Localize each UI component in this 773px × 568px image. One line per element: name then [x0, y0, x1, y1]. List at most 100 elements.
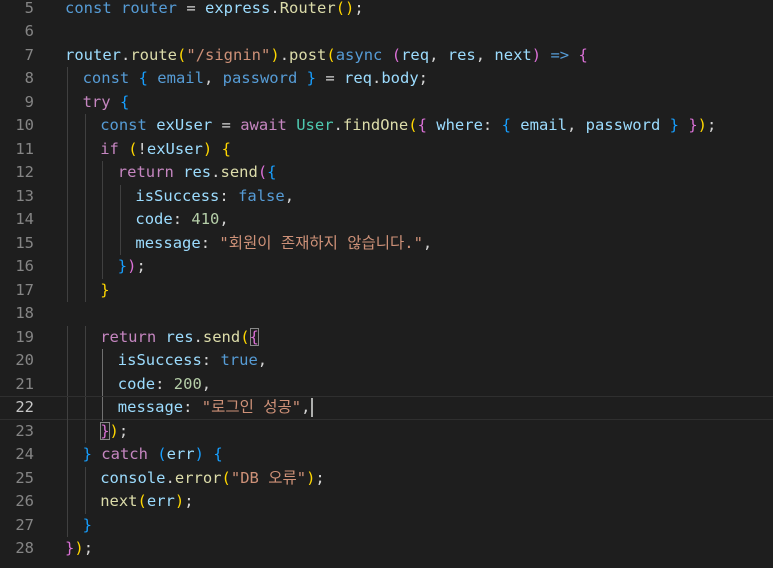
code-token: err	[146, 492, 175, 510]
code-token: (	[240, 327, 250, 346]
code-token: const	[100, 116, 147, 134]
code-token: ;	[707, 116, 717, 134]
indent-guide	[84, 466, 86, 490]
code-editor[interactable]: 5 const router = express.Router(); 6 7 route…	[0, 0, 773, 568]
code-token: )	[697, 116, 707, 134]
code-token: )	[306, 468, 316, 487]
indent-guide	[102, 184, 104, 208]
code-line[interactable]: 15 message: "회원이 존재하지 않습니다.",	[0, 231, 773, 255]
code-token: console	[100, 468, 166, 487]
indent-guide	[67, 161, 68, 185]
code-token: next	[494, 45, 532, 64]
code-token: res	[183, 163, 212, 181]
indent-guide	[84, 231, 86, 255]
code-line[interactable]: 25 console.error("DB 오류");	[0, 466, 773, 491]
indent-guide	[84, 161, 86, 185]
line-number: 16	[15, 257, 34, 275]
code-token: Router	[279, 0, 336, 17]
code-line[interactable]: 6	[0, 20, 773, 44]
code-token: (	[128, 139, 138, 158]
code-line[interactable]: 12 return res.send({	[0, 161, 773, 185]
code-line[interactable]: 28});	[0, 537, 773, 561]
code-text: message: "로그인 성공",	[118, 397, 314, 419]
indent-guide	[84, 255, 86, 279]
code-token: ,	[284, 186, 295, 205]
code-line[interactable]: 20 isSuccess: true,	[0, 349, 773, 373]
line-number: 25	[15, 468, 34, 487]
line-number: 21	[15, 374, 34, 393]
code-token: res	[447, 45, 476, 64]
code-line[interactable]: 10 const exUser = await User.findOne({ wh…	[0, 114, 773, 138]
code-token: ,	[203, 69, 223, 87]
code-token: (	[408, 116, 418, 134]
code-token: try	[82, 92, 111, 111]
code-line[interactable]: 11 if (!exUser) {	[0, 137, 773, 161]
code-token: :	[201, 351, 221, 369]
text-cursor	[311, 398, 314, 417]
indent-guide	[84, 419, 86, 443]
code-line[interactable]: 22 message: "로그인 성공",	[0, 396, 773, 421]
code-text: const router = express.Router();	[65, 0, 364, 20]
code-line[interactable]: 19 return res.send({	[0, 325, 773, 349]
code-text: console.error("DB 오류");	[100, 467, 325, 491]
indent-guide	[84, 278, 86, 302]
code-token: false	[238, 186, 285, 205]
code-line[interactable]: 26 next(err);	[0, 490, 773, 514]
code-line[interactable]: 18	[0, 302, 773, 326]
code-line[interactable]: 24} catch (err) {	[0, 443, 773, 467]
code-token: email	[520, 116, 567, 134]
line-number: 8	[24, 69, 34, 87]
code-token: .	[121, 45, 131, 64]
code-line[interactable]: 8 const { email, password } = req.body;	[0, 67, 773, 91]
line-number: 11	[15, 139, 34, 158]
code-token: 200	[173, 374, 202, 393]
code-token: .	[165, 468, 175, 487]
indent-guide	[67, 513, 68, 537]
indent-guide	[102, 255, 104, 279]
line-number: 18	[15, 304, 34, 322]
indent-guide	[67, 208, 68, 232]
code-token: return	[100, 327, 157, 346]
code-line[interactable]: 23});	[0, 419, 773, 443]
code-line[interactable]: 16});	[0, 255, 773, 279]
code-token: next	[100, 492, 138, 510]
code-token: )	[174, 492, 185, 510]
code-line[interactable]: 27}	[0, 513, 773, 538]
code-token: "/signin"	[186, 45, 271, 64]
code-line[interactable]: 13 isSuccess: false,	[0, 184, 773, 208]
code-token: =	[177, 0, 206, 17]
code-token: req	[343, 69, 372, 87]
code-text: next(err);	[100, 490, 193, 514]
indent-guide	[119, 184, 121, 208]
code-token: )	[109, 421, 119, 440]
code-token: code	[117, 374, 156, 393]
code-token: !	[137, 139, 147, 158]
indent-guide	[67, 349, 68, 373]
code-line[interactable]: 14 code: 410,	[0, 208, 773, 232]
code-token: ;	[315, 468, 325, 487]
code-token: }	[65, 539, 75, 557]
code-text: });	[65, 537, 93, 561]
code-text: }	[83, 514, 92, 538]
indent-guide	[67, 67, 68, 91]
code-line[interactable]: 17}	[0, 278, 773, 302]
code-text: code: 200,	[118, 373, 211, 397]
line-number: 12	[15, 163, 34, 181]
code-line[interactable]: 5 const router = express.Router();	[0, 0, 773, 20]
code-line[interactable]: 21 code: 200,	[0, 372, 773, 397]
line-number: 26	[15, 492, 34, 510]
code-text: const exUser = await User.findOne({ wher…	[100, 114, 716, 138]
code-line[interactable]: 9 try {	[0, 90, 773, 115]
line-number: 6	[24, 22, 34, 40]
code-text: try {	[83, 91, 130, 115]
code-line[interactable]: 7 router.route("/signin").post(async (req…	[0, 44, 773, 68]
indent-guide	[67, 372, 68, 396]
code-token: {	[417, 116, 427, 134]
indent-guide	[67, 419, 68, 443]
code-token: =>	[550, 45, 570, 64]
line-number: 17	[15, 280, 34, 299]
